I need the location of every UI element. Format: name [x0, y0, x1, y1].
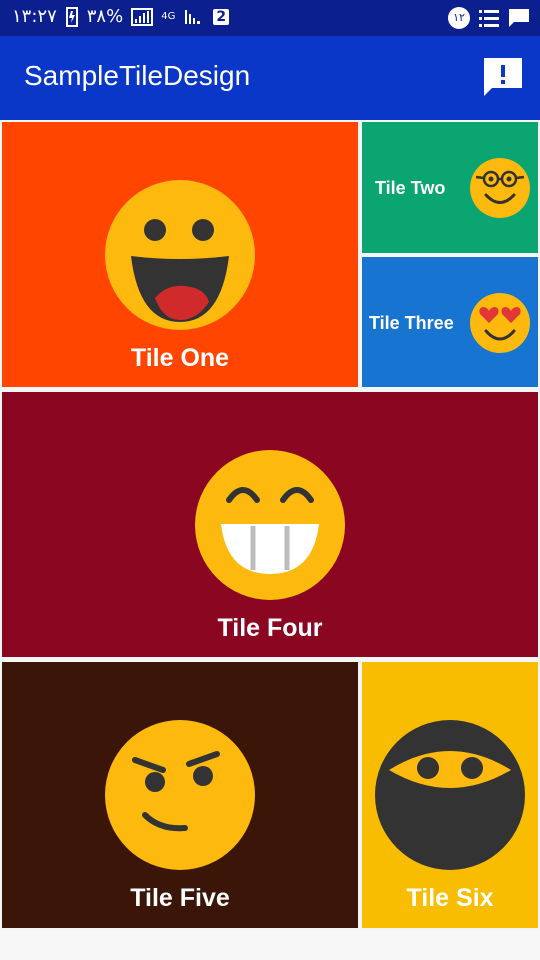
bottom-area [0, 930, 540, 960]
tile-one-label: Tile One [130, 344, 230, 372]
battery-percent: ۳۸% [86, 6, 124, 27]
network-type: 4G [161, 11, 176, 22]
tile-six-label: Tile Six [406, 884, 494, 912]
tile-four[interactable]: Tile Four [2, 392, 538, 657]
status-time: ۱۳:۲۷ [12, 6, 57, 27]
tile-three[interactable]: Tile Three [362, 257, 538, 387]
nerd-face-icon [470, 158, 530, 218]
tile-three-label: Tile Three [369, 313, 454, 333]
sim-badge: 2 [213, 8, 230, 25]
app-title: SampleTileDesign [24, 60, 251, 91]
notification-badge-icon: ۱۲ [448, 7, 470, 29]
status-bar: ۱۳:۲۷ ۳۸% 4G 2 ۱۲ [0, 0, 540, 36]
tile-four-label: Tile Four [217, 614, 323, 642]
grinning-face-icon [195, 450, 345, 600]
tile-five-label: Tile Five [130, 884, 230, 912]
smirking-face-icon [105, 720, 255, 870]
tile-one[interactable]: Tile One [2, 122, 358, 387]
tile-six[interactable]: Tile Six [362, 662, 538, 928]
tile-two[interactable]: Tile Two [362, 122, 538, 253]
signal-icon [131, 7, 154, 26]
battery-icon [65, 6, 78, 27]
app-bar: SampleTileDesign [0, 36, 540, 120]
message-icon [509, 9, 529, 27]
laughing-face-icon [105, 180, 255, 330]
list-icon [479, 10, 499, 27]
tile-two-label: Tile Two [375, 178, 446, 198]
ninja-face-icon [375, 720, 525, 870]
feedback-icon[interactable] [482, 56, 524, 98]
tile-grid: Tile One Tile Two Tile Three Tile Four T… [0, 120, 540, 932]
heart-eyes-face-icon [470, 293, 530, 353]
signal-2-icon [185, 9, 201, 24]
tile-five[interactable]: Tile Five [2, 662, 358, 928]
